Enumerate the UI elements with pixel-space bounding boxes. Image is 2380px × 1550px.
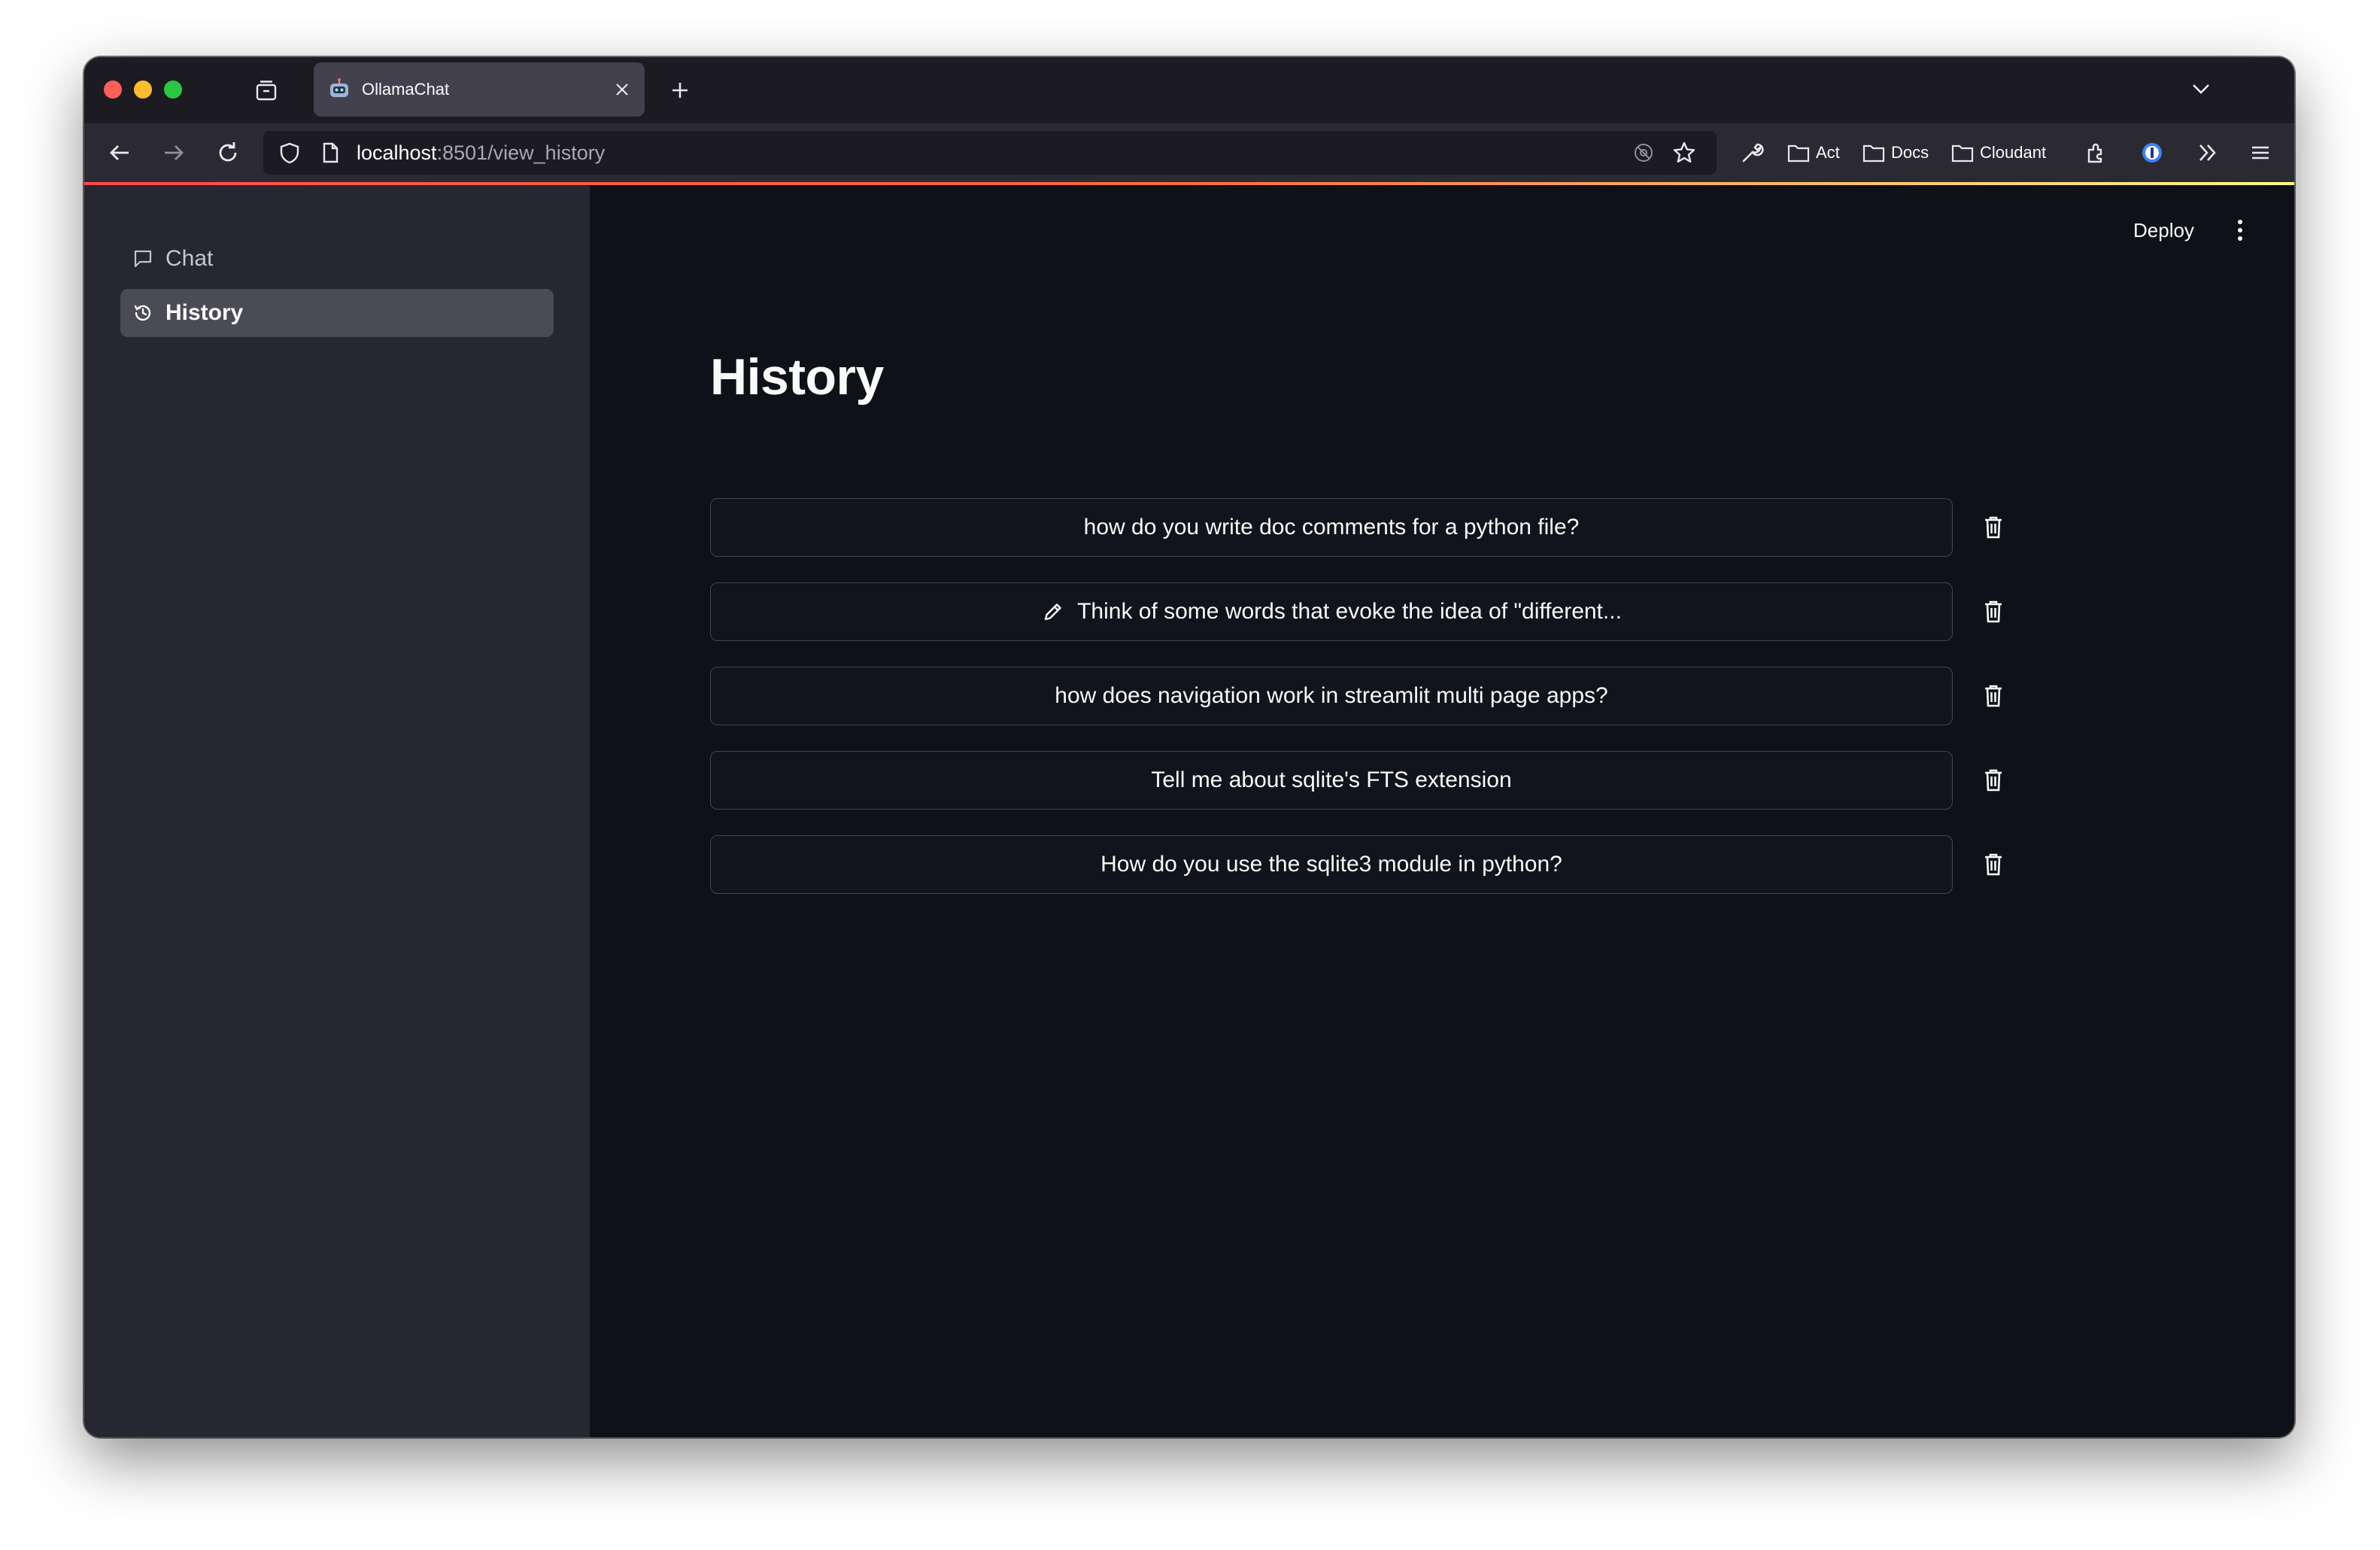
history-row: Tell me about sqlite's FTS extension	[710, 751, 2002, 811]
close-window-button[interactable]	[104, 81, 122, 99]
page-title: History	[710, 348, 884, 406]
folder-icon	[1787, 144, 1810, 163]
history-item-button[interactable]: how do you write doc comments for a pyth…	[710, 498, 1953, 557]
kebab-menu-icon[interactable]	[2222, 212, 2258, 248]
tracking-protection-icon[interactable]	[1631, 140, 1656, 166]
trash-icon[interactable]	[1978, 512, 2008, 542]
url-host: localhost	[357, 141, 437, 164]
sidebar-item-chat[interactable]: Chat	[120, 235, 554, 283]
forward-arrow-icon[interactable]	[158, 137, 190, 169]
reload-icon[interactable]	[212, 137, 244, 169]
chevron-double-right-icon[interactable]	[2192, 137, 2224, 169]
url-path: :8501/view_history	[436, 141, 606, 164]
url-bar[interactable]: localhost:8501/view_history	[263, 131, 1717, 175]
bookmark-cloudant-label: Cloudant	[1980, 143, 2047, 162]
back-arrow-icon[interactable]	[104, 137, 135, 169]
history-item-label: how does navigation work in streamlit mu…	[1055, 683, 1608, 708]
history-row: how do you write doc comments for a pyth…	[710, 498, 2002, 558]
extensions-puzzle-icon[interactable]	[2081, 137, 2112, 169]
sidebar-item-label: Chat	[165, 246, 214, 271]
close-tab-icon[interactable]	[612, 79, 633, 100]
tab-bar: OllamaChat	[84, 57, 2294, 123]
bookmark-act[interactable]: Act	[1787, 137, 1840, 169]
tab-ollamachat[interactable]: OllamaChat	[314, 62, 645, 117]
history-row: Think of some words that evoke the idea …	[710, 582, 2002, 643]
new-tab-plus-icon[interactable]	[665, 75, 695, 105]
history-item-button[interactable]: Think of some words that evoke the idea …	[710, 582, 1953, 641]
url-text[interactable]: localhost:8501/view_history	[357, 131, 605, 175]
chevron-down-icon[interactable]	[2186, 74, 2216, 104]
history-icon	[132, 302, 153, 324]
bookmark-act-label: Act	[1816, 143, 1840, 162]
sidebar-item-history[interactable]: History	[120, 289, 554, 337]
folder-icon	[1862, 144, 1885, 163]
history-item-label: How do you use the sqlite3 module in pyt…	[1100, 852, 1562, 877]
sidebar: Chat History	[84, 185, 590, 1437]
hamburger-menu-icon[interactable]	[2245, 137, 2276, 169]
folder-icon	[1951, 144, 1974, 163]
chat-bubble-icon	[132, 248, 153, 269]
history-item-label: Tell me about sqlite's FTS extension	[1151, 767, 1512, 792]
history-item-button[interactable]: Tell me about sqlite's FTS extension	[710, 751, 1953, 810]
trash-icon[interactable]	[1978, 597, 2008, 627]
trash-icon[interactable]	[1978, 849, 2008, 880]
tab-title: OllamaChat	[362, 80, 450, 99]
shield-icon[interactable]	[275, 138, 304, 167]
pencil-icon	[1041, 600, 1065, 624]
trash-icon[interactable]	[1978, 765, 2008, 795]
bookmark-docs-label: Docs	[1891, 143, 1929, 162]
bookmark-star-icon[interactable]	[1670, 138, 1698, 167]
browser-window: OllamaChat localhost:8501/view_history A…	[84, 57, 2294, 1437]
sidebar-item-label: History	[165, 300, 244, 325]
history-row: how does navigation work in streamlit mu…	[710, 667, 2002, 727]
maximize-window-button[interactable]	[164, 81, 182, 99]
trash-icon[interactable]	[1978, 681, 2008, 711]
robot-favicon-icon	[327, 78, 351, 102]
bookmark-cloudant[interactable]: Cloudant	[1951, 137, 2046, 169]
password-manager-icon[interactable]	[2136, 137, 2168, 169]
bookmark-docs[interactable]: Docs	[1862, 137, 1929, 169]
history-item-label: how do you write doc comments for a pyth…	[1083, 515, 1580, 539]
tab-overview-icon[interactable]	[251, 75, 281, 105]
history-row: How do you use the sqlite3 module in pyt…	[710, 835, 2002, 895]
history-item-label: Think of some words that evoke the idea …	[1077, 599, 1622, 624]
main-content: Deploy History how do you write doc comm…	[590, 185, 2294, 1437]
page-icon	[316, 138, 345, 167]
history-item-button[interactable]: How do you use the sqlite3 module in pyt…	[710, 835, 1953, 894]
history-item-button[interactable]: how does navigation work in streamlit mu…	[710, 667, 1953, 725]
wrench-icon[interactable]	[1736, 137, 1768, 169]
navigation-bar: localhost:8501/view_history Act Docs Clo…	[84, 123, 2294, 182]
minimize-window-button[interactable]	[134, 81, 152, 99]
deploy-button[interactable]: Deploy	[2124, 212, 2203, 248]
